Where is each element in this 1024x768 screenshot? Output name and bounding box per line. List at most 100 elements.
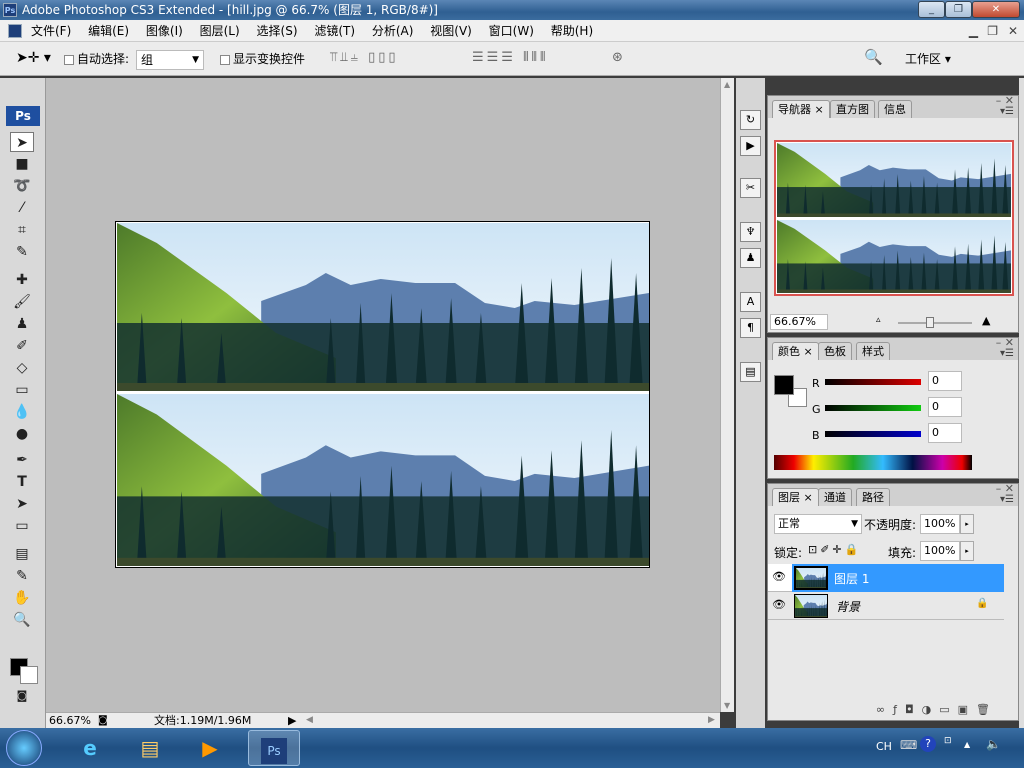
r-value[interactable]: 0 [928,371,962,391]
brush-tool-icon[interactable]: 🖌 [10,292,34,312]
zoom-in-icon[interactable]: ▲ [982,314,990,327]
tab-paths[interactable]: 路径 [856,488,890,506]
show-transform-checkbox[interactable] [220,52,230,66]
blur-tool-icon[interactable]: 💧 [10,402,34,422]
menu-help[interactable]: 帮助(H) [551,24,593,38]
clone-source-icon[interactable]: ♟ [740,248,761,268]
menu-view[interactable]: 视图(V) [430,24,472,38]
b-value[interactable]: 0 [928,423,962,443]
tab-styles[interactable]: 样式 [856,342,890,360]
ime-icon[interactable]: ⊡ [944,736,952,746]
minimize-button[interactable]: _ [918,1,945,18]
navigator-preview[interactable] [774,140,1014,296]
ie-icon[interactable]: e [68,730,112,766]
brushes-panel-icon[interactable]: ♆ [740,222,761,242]
layers-footer-buttons[interactable]: ∞ƒ◘◑▭▣🗑 [768,700,1018,720]
lasso-tool-icon[interactable]: ➰ [10,176,34,196]
quick-mask-icon[interactable]: ◙ [10,686,34,706]
blend-mode-dropdown[interactable]: 正常 ▼ [774,514,862,534]
notes-tool-icon[interactable]: ▤ [10,544,34,564]
doc-restore-button[interactable]: ❐ [987,20,998,42]
menu-image[interactable]: 图像(I) [146,24,183,38]
hand-tool-icon[interactable]: ✋ [10,588,34,608]
menu-layer[interactable]: 图层(L) [200,24,240,38]
tab-color[interactable]: 颜色 × [772,342,819,360]
doc-icon[interactable] [8,24,22,38]
visibility-eye-icon[interactable]: 👁 [772,598,786,611]
doc-close-button[interactable]: ✕ [1008,20,1018,42]
stamp-tool-icon[interactable]: ♟ [10,314,34,334]
volume-icon[interactable]: 🔈 [986,737,1001,751]
layer-name[interactable]: 图层 1 [834,570,869,587]
visibility-eye-icon[interactable]: 👁 [772,570,786,583]
status-zoom[interactable]: 66.67% [49,713,91,728]
auto-select-checkbox[interactable] [64,52,74,66]
menu-select[interactable]: 选择(S) [257,24,298,38]
maximize-button[interactable]: ❐ [945,1,972,18]
bridge-icon[interactable]: 🔍 [864,48,883,66]
actions-panel-icon[interactable]: ▶ [740,136,761,156]
keyboard-icon[interactable]: ⌨ [900,738,917,752]
zoom-out-icon[interactable]: ▵ [876,315,881,325]
menu-file[interactable]: 文件(F) [31,24,71,38]
path-select-icon[interactable]: ➤ [10,494,34,514]
opacity-arrow[interactable]: ▸ [960,514,974,534]
zoom-tool-icon[interactable]: 🔍 [10,610,34,630]
distribute-buttons-icon[interactable]: ☰☰☰ ⫴⫴⫴ [472,50,548,65]
panel-menu-icon[interactable]: ▾☰ [1000,494,1014,505]
magic-wand-icon[interactable]: ⁄ [10,198,34,218]
dodge-tool-icon[interactable]: ● [10,424,34,444]
doc-minimize-button[interactable]: ▁ [969,20,978,42]
healing-brush-icon[interactable]: ✚ [10,270,34,290]
hscroll-right[interactable]: ▶ [708,713,715,728]
color-ramp[interactable] [774,455,972,470]
pen-tool-icon[interactable]: ✒ [10,450,34,470]
tab-channels[interactable]: 通道 [818,488,852,506]
align-buttons-icon[interactable]: ⫪⫫⫨ ▯▯▯ [330,50,399,65]
gradient-tool-icon[interactable]: ▭ [10,380,34,400]
tab-swatches[interactable]: 色板 [818,342,852,360]
vertical-scrollbar[interactable]: ▲ ▼ [720,78,734,712]
menu-window[interactable]: 窗口(W) [489,24,534,38]
tab-histogram[interactable]: 直方图 [830,100,875,118]
explorer-icon[interactable]: ▤ [128,730,172,766]
shape-tool-icon[interactable]: ▭ [10,516,34,536]
paragraph-panel-icon[interactable]: ¶ [740,318,761,338]
layer-name[interactable]: 背景 [836,598,860,615]
history-panel-icon[interactable]: ↻ [740,110,761,130]
background-color-swatch[interactable] [20,666,38,684]
status-menu-arrow[interactable]: ▶ [288,713,296,728]
tab-navigator[interactable]: 导航器 × [772,100,830,118]
auto-select-dropdown[interactable]: 组 ▼ [136,50,204,70]
g-slider[interactable] [825,405,921,411]
menu-edit[interactable]: 编辑(E) [88,24,129,38]
help-icon[interactable]: ? [920,736,936,752]
marquee-tool-icon[interactable]: ■ [10,154,34,174]
language-indicator[interactable]: CH [876,740,892,753]
photoshop-taskbar-button[interactable]: Ps [248,730,300,766]
lock-icons[interactable]: ⊡✐✛🔒 [808,543,861,556]
auto-align-icon[interactable]: ⊛ [612,50,623,65]
tool-presets-icon[interactable]: ✂ [740,178,761,198]
fill-field[interactable]: 100% [920,541,960,561]
navigator-zoom-slider[interactable] [898,317,972,328]
menu-filter[interactable]: 滤镜(T) [314,24,355,38]
workspace-button[interactable]: 工作区 ▾ [905,50,951,67]
move-tool-preset-icon[interactable]: ➤✛ ▾ [16,50,51,66]
tab-layers[interactable]: 图层 × [772,488,819,506]
character-panel-icon[interactable]: A [740,292,761,312]
layer-row[interactable]: 👁 图层 1 [768,564,1004,592]
layer-row[interactable]: 👁 背景 🔒 [768,592,1004,620]
menu-analysis[interactable]: 分析(A) [372,24,414,38]
g-value[interactable]: 0 [928,397,962,417]
opacity-field[interactable]: 100% [920,514,960,534]
r-slider[interactable] [825,379,921,385]
fill-arrow[interactable]: ▸ [960,541,974,561]
panel-menu-icon[interactable]: ▾☰ [1000,106,1014,117]
panel-menu-icon[interactable]: ▾☰ [1000,348,1014,359]
status-icon[interactable]: ◙ [98,713,108,728]
navigator-zoom-field[interactable]: 66.67% [770,314,828,330]
move-tool-icon[interactable]: ➤ [10,132,34,152]
foreground-color[interactable] [774,375,794,395]
layer-comps-icon[interactable]: ▤ [740,362,761,382]
